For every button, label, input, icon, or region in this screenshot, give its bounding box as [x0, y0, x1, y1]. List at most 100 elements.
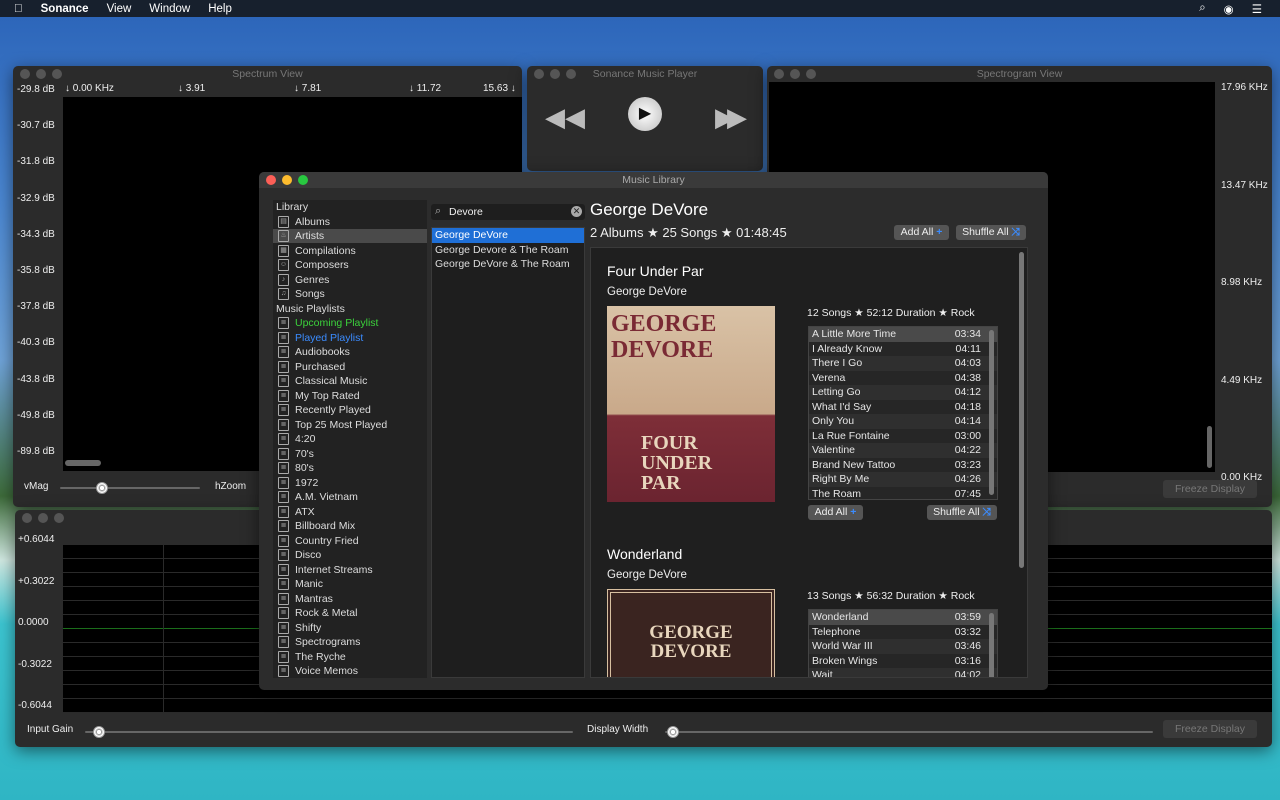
shuffle-all-button[interactable]: Shuffle All ⤨ — [956, 225, 1026, 240]
sidebar-item-mantras[interactable]: ≣ Mantras — [273, 592, 427, 606]
rewind-button[interactable]: ◀◀ — [545, 102, 585, 133]
track-row[interactable]: Brand New Tattoo 03:23 — [809, 457, 997, 472]
sidebar-item-country-fried[interactable]: ≣ Country Fried — [273, 534, 427, 548]
track-row[interactable]: Verena 04:38 — [809, 370, 997, 385]
sidebar-item-composers[interactable]: ☺ Composers — [273, 258, 427, 272]
sidebar-item-artists[interactable]: ♨ Artists — [273, 229, 427, 243]
notification-center-icon[interactable]: ☰ — [1252, 2, 1262, 16]
sidebar-item-purchased[interactable]: ≣ Purchased — [273, 360, 427, 374]
track-row[interactable]: La Rue Fontaine 03:00 — [809, 428, 997, 443]
sidebar-item-the-ryche[interactable]: ≣ The Ryche — [273, 650, 427, 664]
sidebar-item-4-20[interactable]: ≣ 4:20 — [273, 432, 427, 446]
track-row[interactable]: I Already Know 04:11 — [809, 341, 997, 356]
play-button[interactable]: ▶ — [628, 97, 662, 131]
sidebar-item-1972[interactable]: ≣ 1972 — [273, 476, 427, 490]
track-row[interactable]: Broken Wings 03:16 — [809, 653, 997, 668]
window-controls[interactable] — [774, 69, 816, 79]
sidebar-item-albums[interactable]: ▤ Albums — [273, 215, 427, 229]
menu-help[interactable]: Help — [208, 3, 232, 15]
freeze-display-button[interactable]: Freeze Display — [1163, 480, 1257, 498]
sidebar-item-compilations[interactable]: ▦ Compilations — [273, 244, 427, 258]
clear-search-icon[interactable]: ✕ — [571, 206, 582, 217]
track-row[interactable]: Only You 04:14 — [809, 414, 997, 429]
sidebar-item-shifty[interactable]: ≣ Shifty — [273, 621, 427, 635]
vertical-scrollbar[interactable] — [989, 330, 994, 495]
track-row[interactable]: A Little More Time 03:34 — [809, 327, 997, 342]
sidebar-item-my-top-rated[interactable]: ≣ My Top Rated — [273, 389, 427, 403]
vertical-scrollbar[interactable] — [1019, 252, 1024, 568]
sidebar-item-manic[interactable]: ≣ Manic — [273, 577, 427, 591]
add-all-button[interactable]: Add All + — [894, 225, 949, 240]
menu-view[interactable]: View — [107, 3, 132, 15]
slider-knob[interactable] — [93, 726, 105, 738]
track-list: A Little More Time 03:34 I Already Know 04:… — [808, 326, 998, 500]
sidebar-item-top-25-most-played[interactable]: ≣ Top 25 Most Played — [273, 418, 427, 432]
track-title: Wait — [812, 669, 833, 678]
vertical-scrollbar[interactable] — [989, 613, 994, 677]
sidebar-item-disco[interactable]: ≣ Disco — [273, 548, 427, 562]
sidebar-item-70-s[interactable]: ≣ 70's — [273, 447, 427, 461]
horizontal-scrollbar[interactable] — [65, 460, 101, 466]
search-result-item[interactable]: George Devore & The Roam — [432, 243, 584, 258]
track-row[interactable]: There I Go 04:03 — [809, 356, 997, 371]
album-art-wonderland[interactable]: GEORGE DEVORE — [607, 589, 775, 677]
display-width-slider[interactable] — [665, 726, 1153, 738]
vmag-slider[interactable] — [60, 482, 200, 494]
sidebar-item-spectrograms[interactable]: ≣ Spectrograms — [273, 635, 427, 649]
search-field[interactable]: ⌕ Devore ✕ — [431, 204, 585, 220]
sidebar-item-internet-streams[interactable]: ≣ Internet Streams — [273, 563, 427, 577]
search-result-item[interactable]: George DeVore — [432, 228, 584, 243]
sidebar-item-label: Top 25 Most Played — [295, 418, 388, 431]
playlist-icon: ≣ — [278, 375, 289, 387]
track-row[interactable]: Valentine 04:22 — [809, 443, 997, 458]
track-row[interactable]: World War III 03:46 — [809, 639, 997, 654]
fast-forward-button[interactable]: ▶▶ — [715, 102, 747, 133]
sidebar-item-a-m-vietnam[interactable]: ≣ A.M. Vietnam — [273, 490, 427, 504]
sidebar-item-recently-played[interactable]: ≣ Recently Played — [273, 403, 427, 417]
track-duration: 04:18 — [954, 400, 981, 413]
slider-knob[interactable] — [667, 726, 679, 738]
sidebar-item-genres[interactable]: ♪ Genres — [273, 273, 427, 287]
search-result-item[interactable]: George DeVore & The Roam — [432, 257, 584, 272]
siri-icon[interactable]: ◉ — [1224, 2, 1234, 16]
sidebar-item-label: Albums — [295, 215, 331, 228]
sidebar-item-billboard-mix[interactable]: ≣ Billboard Mix — [273, 519, 427, 533]
window-controls[interactable] — [534, 69, 576, 79]
album-art-four-under-par[interactable]: GEORGE DEVORE FOUR UNDER PAR — [607, 306, 775, 502]
sidebar-item-voice-memos[interactable]: ≣ Voice Memos — [273, 664, 427, 678]
input-gain-slider[interactable] — [85, 726, 573, 738]
window-controls[interactable] — [266, 175, 308, 185]
album-shuffle-all-button[interactable]: Shuffle All ⤨ — [927, 505, 997, 520]
track-row[interactable]: Right By Me 04:26 — [809, 472, 997, 487]
apple-menu-icon[interactable]:  — [14, 3, 23, 15]
sidebar-item-atx[interactable]: ≣ ATX — [273, 505, 427, 519]
track-row[interactable]: Wait 04:02 — [809, 668, 997, 678]
amplitude-label: -0.3022 — [18, 658, 52, 670]
library-sidebar: Library ▤ Albums ♨ Artists ▦ Compilations ☺ Comp… — [273, 200, 427, 678]
freeze-display-button[interactable]: Freeze Display — [1163, 720, 1257, 738]
sidebar-item-classical-music[interactable]: ≣ Classical Music — [273, 374, 427, 388]
track-row[interactable]: Letting Go 04:12 — [809, 385, 997, 400]
window-controls[interactable] — [22, 513, 64, 523]
track-row[interactable]: Wonderland 03:59 — [809, 610, 997, 625]
vertical-scrollbar[interactable] — [1207, 426, 1212, 468]
menu-window[interactable]: Window — [149, 3, 190, 15]
sidebar-item-rock-metal[interactable]: ≣ Rock & Metal — [273, 606, 427, 620]
sidebar-item-80-s[interactable]: ≣ 80's — [273, 461, 427, 475]
window-controls[interactable] — [20, 69, 62, 79]
sidebar-item-audiobooks[interactable]: ≣ Audiobooks — [273, 345, 427, 359]
slider-knob[interactable] — [96, 482, 108, 494]
sidebar-item-upcoming-playlist[interactable]: ≣ Upcoming Playlist — [273, 316, 427, 330]
search-input[interactable]: Devore — [449, 206, 483, 218]
album-add-all-button[interactable]: Add All + — [808, 505, 863, 520]
sidebar-item-played-playlist[interactable]: ≣ Played Playlist — [273, 331, 427, 345]
sidebar-item-label: Voice Memos — [295, 665, 359, 677]
spotlight-search-icon[interactable]: ⌕ — [1199, 2, 1205, 15]
track-row[interactable]: What I'd Say 04:18 — [809, 399, 997, 414]
menu-app[interactable]: Sonance — [41, 3, 89, 15]
db-label: -37.8 dB — [17, 301, 55, 313]
track-row[interactable]: The Roam 07:45 — [809, 486, 997, 499]
sidebar-item-songs[interactable]: ♫ Songs — [273, 287, 427, 301]
element: Shuffle All — [962, 226, 1009, 238]
track-row[interactable]: Telephone 03:32 — [809, 624, 997, 639]
